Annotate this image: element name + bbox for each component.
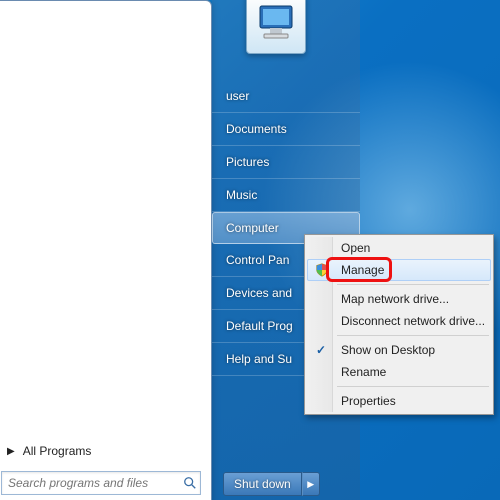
context-menu-item-rename[interactable]: Rename	[307, 361, 491, 383]
start-menu-item-label: Documents	[226, 122, 287, 136]
start-menu-item-user[interactable]: user	[212, 80, 360, 113]
start-menu-item-label: Music	[226, 188, 257, 202]
start-menu-item-label: user	[226, 89, 249, 103]
context-menu-item-label: Show on Desktop	[341, 343, 435, 357]
context-menu-separator	[337, 284, 489, 285]
search-box[interactable]	[1, 471, 201, 495]
all-programs-label: All Programs	[23, 444, 92, 458]
start-menu-item-label: Pictures	[226, 155, 269, 169]
context-menu-item-disconnect-network-drive-[interactable]: Disconnect network drive...	[307, 310, 491, 332]
context-menu-item-open[interactable]: Open	[307, 237, 491, 259]
context-menu-separator	[337, 386, 489, 387]
context-menu-item-label: Disconnect network drive...	[341, 314, 485, 328]
start-menu-item-pictures[interactable]: Pictures	[212, 146, 360, 179]
user-picture-frame[interactable]	[246, 0, 306, 54]
start-menu-item-label: Help and Su	[226, 352, 292, 366]
search-icon	[180, 476, 200, 490]
context-menu-item-properties[interactable]: Properties	[307, 390, 491, 412]
triangle-right-icon: ▶	[7, 446, 15, 457]
start-menu-item-label: Control Pan	[226, 253, 289, 267]
checkmark-icon: ✓	[313, 342, 329, 358]
context-menu: Open Manage Map network drive... Disconnect…	[304, 234, 494, 415]
shutdown-label: Shut down	[234, 477, 291, 491]
start-menu-item-documents[interactable]: Documents	[212, 113, 360, 146]
context-menu-item-label: Open	[341, 241, 370, 255]
computer-icon	[252, 0, 300, 48]
context-menu-item-show-on-desktop[interactable]: ✓ Show on Desktop	[307, 339, 491, 361]
context-menu-item-label: Properties	[341, 394, 396, 408]
context-menu-item-manage[interactable]: Manage	[307, 259, 491, 281]
context-menu-item-map-network-drive-[interactable]: Map network drive...	[307, 288, 491, 310]
start-menu-left-panel: ▶ All Programs	[0, 0, 212, 500]
shutdown-options-arrow[interactable]: ▶	[302, 472, 320, 496]
all-programs-button[interactable]: ▶ All Programs	[1, 439, 201, 463]
start-menu-item-music[interactable]: Music	[212, 179, 360, 212]
start-menu-item-label: Default Prog	[226, 319, 293, 333]
start-menu-item-label: Devices and	[226, 286, 292, 300]
context-menu-item-label: Rename	[341, 365, 386, 379]
shield-icon	[314, 262, 330, 278]
start-menu-item-label: Computer	[226, 221, 279, 235]
search-input[interactable]	[2, 476, 180, 490]
context-menu-item-label: Manage	[341, 263, 384, 277]
context-menu-item-label: Map network drive...	[341, 292, 449, 306]
context-menu-separator	[337, 335, 489, 336]
shutdown-button[interactable]: Shut down	[223, 472, 302, 496]
shutdown-button-group: Shut down ▶	[223, 472, 320, 496]
